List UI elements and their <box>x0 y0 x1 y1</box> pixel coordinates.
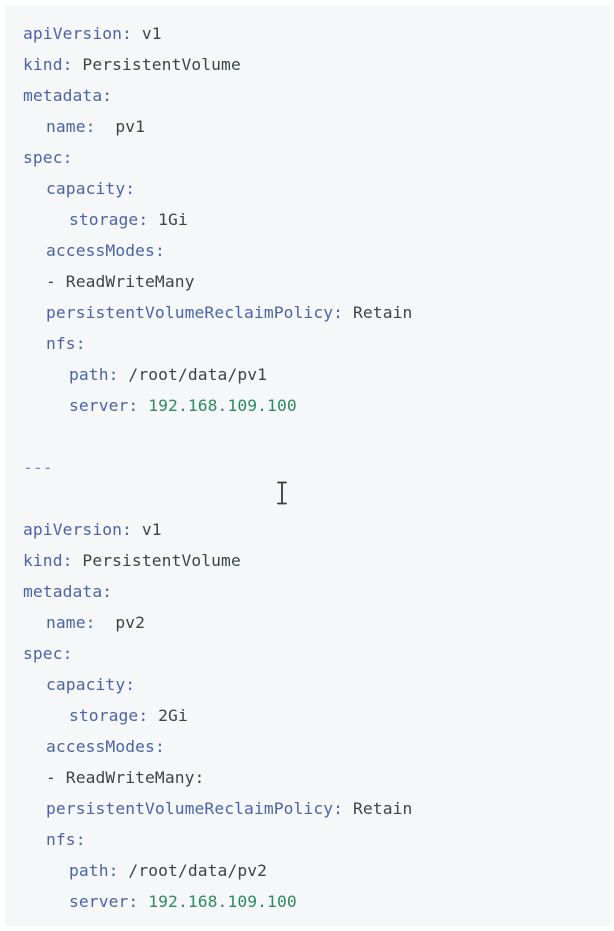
code-line: path: /root/data/pv1 <box>5 359 412 390</box>
yaml-colon: : <box>62 148 73 167</box>
yaml-colon: : <box>62 55 83 74</box>
yaml-key: apiVersion <box>23 520 123 539</box>
code-line: apiVersion: v1 <box>5 514 412 545</box>
yaml-key: server <box>69 396 129 415</box>
yaml-colon: : <box>333 303 353 322</box>
yaml-key: kind <box>23 551 63 570</box>
yaml-colon: : <box>122 24 142 43</box>
code-line: kind: PersistentVolume <box>5 545 412 576</box>
text-cursor-icon <box>277 481 287 505</box>
yaml-colon: : <box>85 613 116 632</box>
code-line: nfs: <box>5 824 412 855</box>
code-line: accessModes: <box>5 235 412 266</box>
code-line: name: pv1 <box>5 111 412 142</box>
yaml-value: pv2 <box>115 613 146 632</box>
yaml-key: accessModes <box>46 737 155 756</box>
code-lines: apiVersion: v1 kind: PersistentVolume meta… <box>5 18 412 917</box>
code-line: capacity: <box>5 173 412 204</box>
yaml-key: nfs <box>46 334 76 353</box>
yaml-value: pv1 <box>115 117 146 136</box>
yaml-key: apiVersion <box>23 24 123 43</box>
yaml-value: 192.168.109.100 <box>148 396 297 415</box>
yaml-colon: : <box>138 210 159 229</box>
yaml-colon: : <box>62 644 73 663</box>
yaml-key: name <box>46 117 86 136</box>
yaml-key: spec <box>23 148 63 167</box>
code-line: metadata: <box>5 80 412 111</box>
yaml-value: - ReadWriteMany: <box>46 768 205 787</box>
code-line: name: pv2 <box>5 607 412 638</box>
code-line: - ReadWriteMany <box>5 266 412 297</box>
yaml-value: PersistentVolume <box>82 55 241 74</box>
code-line: persistentVolumeReclaimPolicy: Retain <box>5 793 412 824</box>
yaml-colon: : <box>122 520 142 539</box>
blank-line <box>5 483 412 514</box>
yaml-value: 2Gi <box>158 706 188 725</box>
yaml-key: capacity <box>46 179 126 198</box>
code-line: nfs: <box>5 328 412 359</box>
yaml-key: nfs <box>46 830 76 849</box>
blank-line <box>5 421 412 452</box>
yaml-colon: : <box>102 582 113 601</box>
yaml-value: /root/data/pv1 <box>128 365 268 384</box>
yaml-colon: : <box>75 334 86 353</box>
yaml-value: - ReadWriteMany <box>46 272 195 291</box>
code-line: spec: <box>5 638 412 669</box>
yaml-value: Retain <box>352 303 413 322</box>
code-line: metadata: <box>5 576 412 607</box>
yaml-key: persistentVolumeReclaimPolicy <box>46 303 334 322</box>
yaml-key: server <box>69 892 129 911</box>
yaml-key: name <box>46 613 86 632</box>
yaml-key: metadata <box>23 86 103 105</box>
yaml-colon: : <box>85 117 116 136</box>
yaml-colon: : <box>102 86 113 105</box>
code-line: storage: 2Gi <box>5 700 412 731</box>
code-line: capacity: <box>5 669 412 700</box>
code-line: storage: 1Gi <box>5 204 412 235</box>
code-line: - ReadWriteMany: <box>5 762 412 793</box>
yaml-value: PersistentVolume <box>82 551 241 570</box>
yaml-colon: : <box>108 365 129 384</box>
yaml-key: spec <box>23 644 63 663</box>
code-line: path: /root/data/pv2 <box>5 855 412 886</box>
code-line: persistentVolumeReclaimPolicy: Retain <box>5 297 412 328</box>
yaml-colon: : <box>128 892 149 911</box>
yaml-colon: : <box>125 179 136 198</box>
yaml-key: persistentVolumeReclaimPolicy <box>46 799 334 818</box>
yaml-colon: : <box>125 675 136 694</box>
document-separator: --- <box>23 458 53 477</box>
yaml-code-block: apiVersion: v1 kind: PersistentVolume meta… <box>5 5 611 926</box>
yaml-colon: : <box>154 737 165 756</box>
yaml-key: metadata <box>23 582 103 601</box>
yaml-colon: : <box>75 830 86 849</box>
code-line: apiVersion: v1 <box>5 18 412 49</box>
yaml-key: storage <box>69 706 139 725</box>
yaml-key: accessModes <box>46 241 155 260</box>
yaml-value: Retain <box>352 799 413 818</box>
yaml-value: /root/data/pv2 <box>128 861 268 880</box>
yaml-value: v1 <box>141 520 162 539</box>
yaml-colon: : <box>108 861 129 880</box>
yaml-colon: : <box>154 241 165 260</box>
code-line: kind: PersistentVolume <box>5 49 412 80</box>
yaml-key: storage <box>69 210 139 229</box>
yaml-key: kind <box>23 55 63 74</box>
code-line: spec: <box>5 142 412 173</box>
yaml-colon: : <box>62 551 83 570</box>
yaml-key: path <box>69 861 109 880</box>
document-separator-line: --- <box>5 452 412 483</box>
yaml-value: v1 <box>141 24 162 43</box>
code-line: server: 192.168.109.100 <box>5 886 412 917</box>
yaml-key: capacity <box>46 675 126 694</box>
yaml-colon: : <box>333 799 353 818</box>
yaml-key: path <box>69 365 109 384</box>
code-line: accessModes: <box>5 731 412 762</box>
yaml-value: 192.168.109.100 <box>148 892 297 911</box>
yaml-colon: : <box>138 706 159 725</box>
yaml-value: 1Gi <box>158 210 188 229</box>
yaml-colon: : <box>128 396 149 415</box>
code-line: server: 192.168.109.100 <box>5 390 412 421</box>
